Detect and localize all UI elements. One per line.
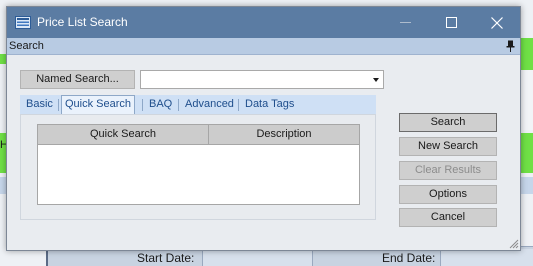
maximize-icon <box>445 17 457 28</box>
grid-header-description[interactable]: Description <box>209 125 359 144</box>
quick-search-tab-panel: Quick Search Description <box>20 114 376 220</box>
background-gap <box>312 249 382 266</box>
dropdown-arrow-icon[interactable] <box>373 78 379 82</box>
grid-header-row: Quick Search Description <box>38 125 359 145</box>
clear-results-button: Clear Results <box>399 161 497 180</box>
grid-header-quick-search[interactable]: Quick Search <box>38 125 209 144</box>
close-button[interactable] <box>474 7 520 38</box>
background-green-strip <box>521 133 533 173</box>
price-list-search-dialog: Price List Search Search Named Search...… <box>6 6 521 251</box>
end-date-label: End Date: <box>382 251 436 265</box>
tab-advanced[interactable]: Advanced <box>182 95 237 114</box>
search-panel-header: Search <box>7 38 520 55</box>
tab-data-tags[interactable]: Data Tags <box>242 95 297 114</box>
new-search-button[interactable]: New Search <box>399 137 497 156</box>
title-bar[interactable]: Price List Search <box>7 7 520 38</box>
minimize-icon <box>399 22 411 23</box>
search-panel-body: Named Search... Basic Quick Search BAQ A… <box>7 55 520 250</box>
tab-separator <box>142 99 143 111</box>
tab-separator <box>178 99 179 111</box>
cancel-button[interactable]: Cancel <box>399 208 497 227</box>
search-panel-title: Search <box>9 40 44 52</box>
tab-baq[interactable]: BAQ <box>146 95 175 114</box>
options-button[interactable]: Options <box>399 185 497 204</box>
end-date-field[interactable] <box>440 249 533 266</box>
background-panel <box>521 70 533 130</box>
search-tab-strip: Basic Quick Search BAQ Advanced Data Tag… <box>20 95 376 114</box>
tab-separator <box>58 99 59 111</box>
tab-basic[interactable]: Basic <box>23 95 56 114</box>
pin-icon[interactable] <box>506 40 515 52</box>
background-blue-strip <box>521 177 533 194</box>
close-icon <box>491 16 503 29</box>
background-green-strip <box>521 38 533 70</box>
tab-separator <box>238 99 239 111</box>
start-date-label: Start Date: <box>137 251 195 265</box>
named-search-dropdown[interactable] <box>140 70 384 89</box>
window-title: Price List Search <box>37 15 128 29</box>
named-search-button[interactable]: Named Search... <box>20 70 135 89</box>
tab-quick-search[interactable]: Quick Search <box>61 95 136 114</box>
price-list-window-icon <box>15 16 31 29</box>
maximize-button[interactable] <box>428 7 474 38</box>
minimize-button[interactable] <box>382 7 428 38</box>
resize-grip-icon[interactable] <box>509 239 519 249</box>
start-date-field[interactable] <box>202 249 312 266</box>
quick-search-grid[interactable]: Quick Search Description <box>37 124 360 205</box>
search-button[interactable]: Search <box>399 113 497 132</box>
